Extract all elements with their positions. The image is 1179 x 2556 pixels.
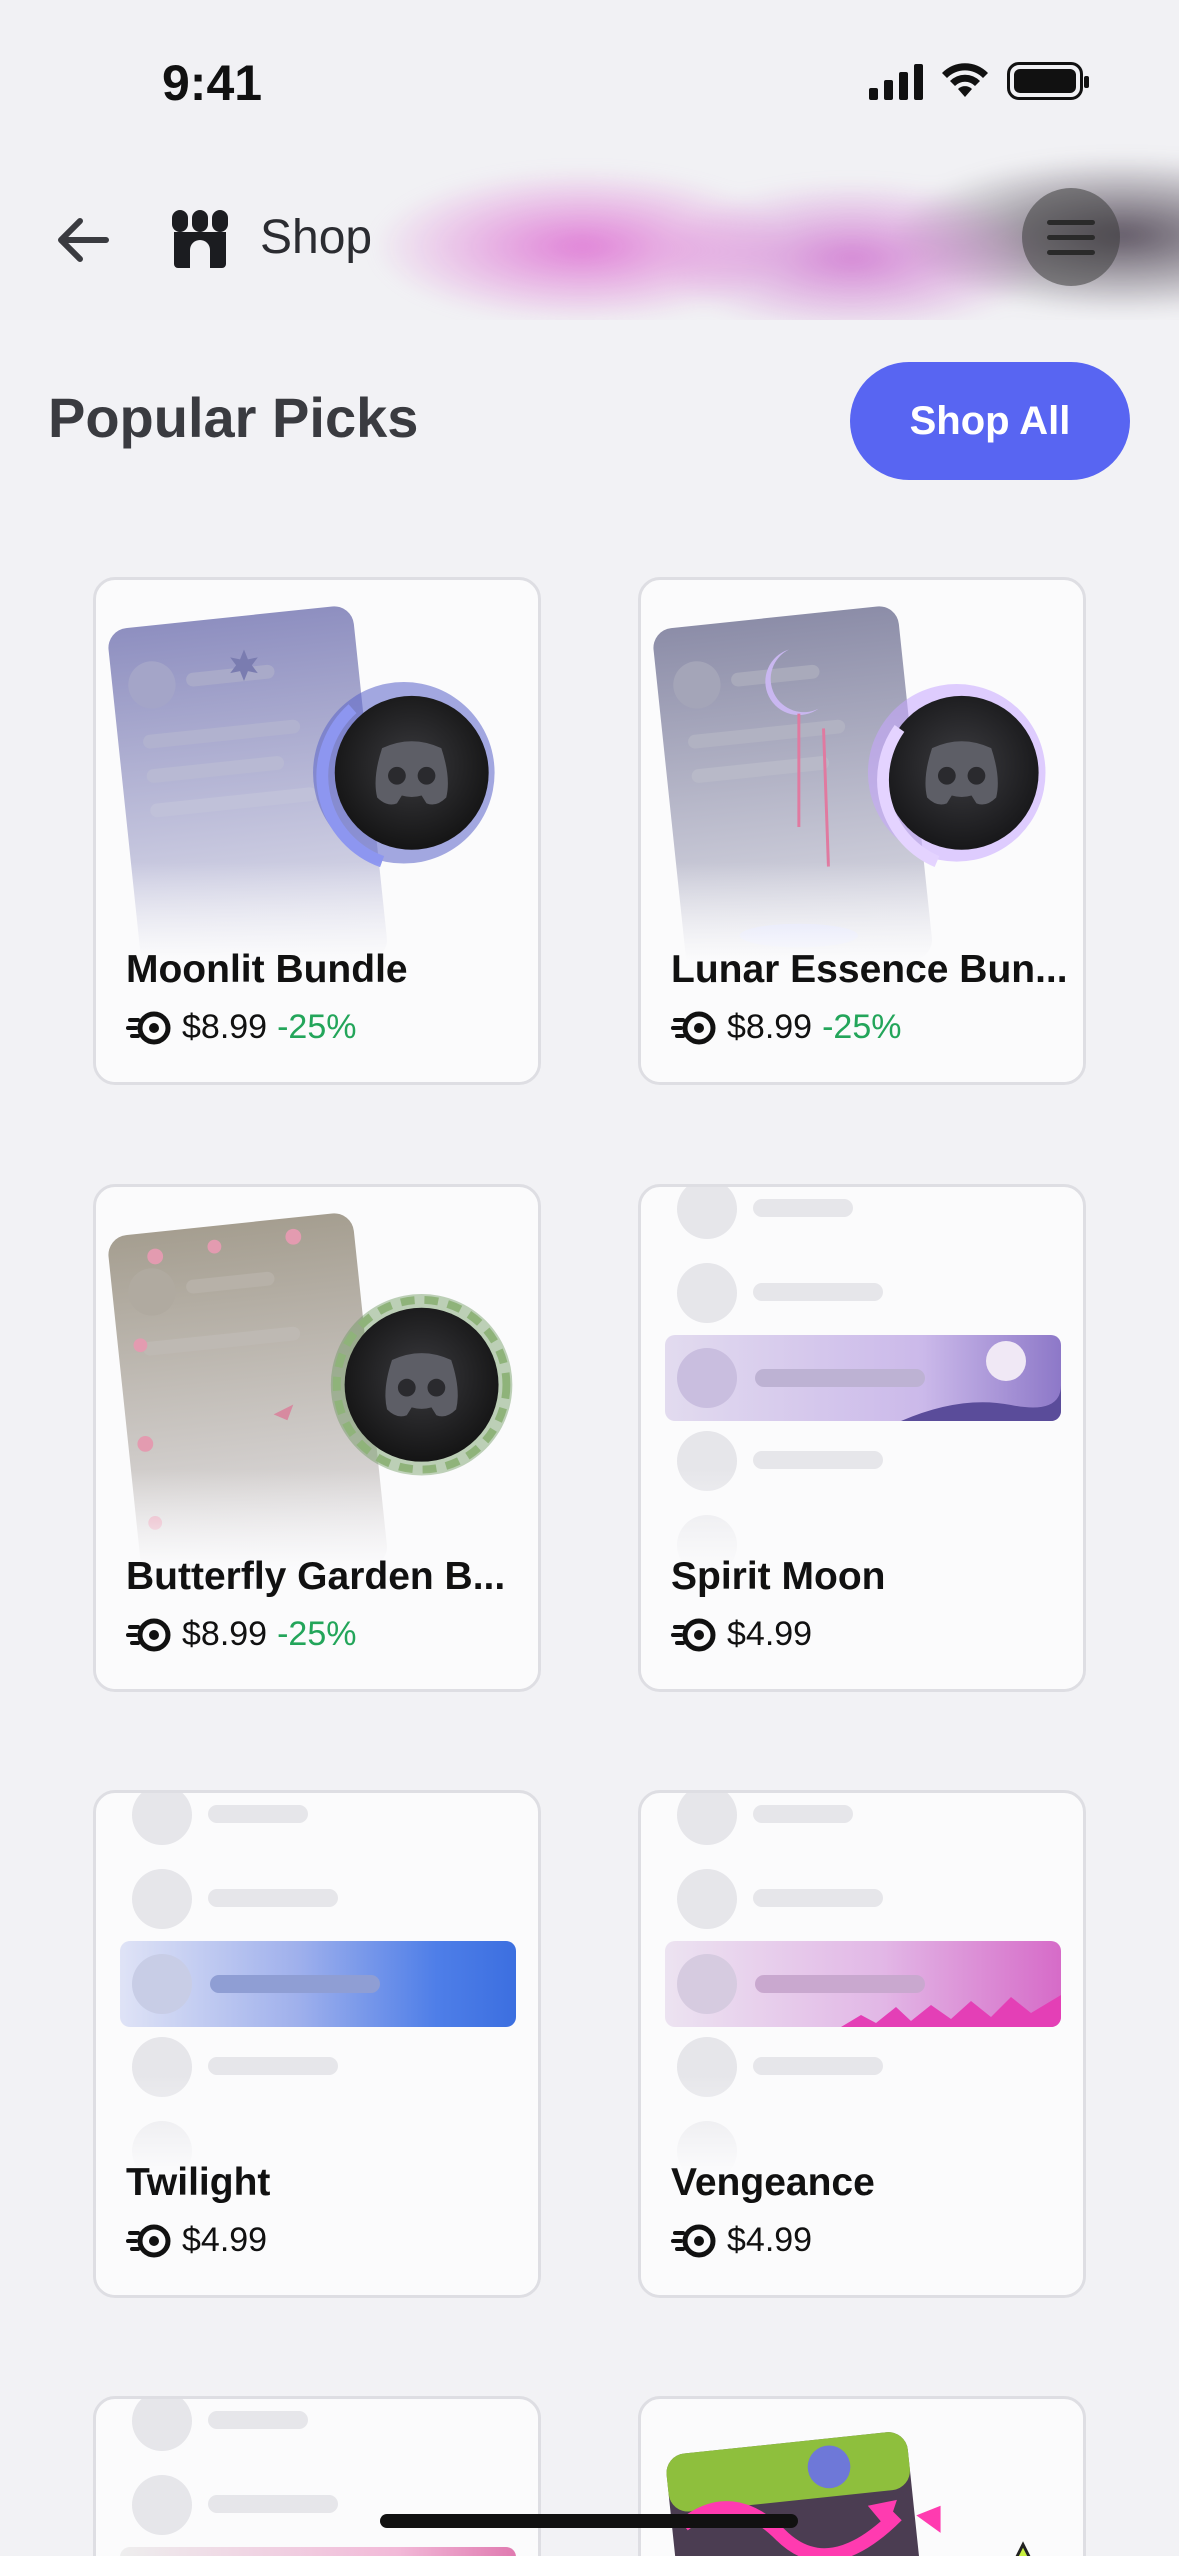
home-indicator <box>380 2514 798 2528</box>
product-card-spirit-moon[interactable]: Spirit Moon $4.99 <box>638 1184 1086 1692</box>
status-icons <box>869 62 1089 100</box>
product-name: Lunar Essence Bun... <box>671 948 1068 991</box>
cellular-signal-icon <box>869 62 923 100</box>
storefront-icon <box>172 210 228 268</box>
product-price: $8.99 <box>182 1008 268 1046</box>
product-price: $4.99 <box>182 2221 268 2259</box>
product-name: Twilight <box>126 2161 271 2204</box>
price-row: $8.99 -25% <box>671 1008 901 1047</box>
nameplate-preview <box>120 1941 516 2027</box>
product-name: Vengeance <box>671 2161 875 2204</box>
bundle-preview-art <box>666 2432 1031 2556</box>
product-name: Butterfly Garden B... <box>126 1555 506 1598</box>
price-row: $8.99 -25% <box>126 1615 356 1654</box>
nitro-icon <box>126 1618 171 1651</box>
product-price: $4.99 <box>727 1615 813 1653</box>
discount-badge: -25% <box>822 1008 902 1046</box>
nitro-icon <box>126 2224 171 2257</box>
price-row: $4.99 <box>126 2221 267 2260</box>
product-card-butterfly-garden[interactable]: Butterfly Garden B... $8.99 -25% <box>93 1184 541 1692</box>
nitro-icon <box>126 1011 171 1044</box>
product-price: $8.99 <box>727 1008 813 1046</box>
status-time: 9:41 <box>162 55 263 111</box>
product-price: $8.99 <box>182 1615 268 1653</box>
back-arrow-icon[interactable] <box>48 205 118 275</box>
product-card-vengeance[interactable]: Vengeance $4.99 <box>638 1790 1086 2298</box>
menu-button[interactable] <box>1022 188 1120 286</box>
nitro-icon <box>671 2224 716 2257</box>
discount-badge: -25% <box>277 1615 357 1653</box>
battery-icon <box>1007 62 1089 100</box>
product-card-twilight[interactable]: Twilight $4.99 <box>93 1790 541 2298</box>
product-card-moonlit-bundle[interactable]: Moonlit Bundle $8.99 -25% <box>93 577 541 1085</box>
discount-badge: -25% <box>277 1008 357 1046</box>
price-row: $4.99 <box>671 2221 812 2260</box>
product-card-partial-left[interactable] <box>93 2396 541 2556</box>
product-price: $4.99 <box>727 2221 813 2259</box>
nitro-icon <box>671 1011 716 1044</box>
shop-all-button[interactable]: Shop All <box>850 362 1130 480</box>
product-name: Spirit Moon <box>671 1555 886 1598</box>
app-header: 9:41 Shop <box>0 0 1179 320</box>
nameplate-preview <box>665 1335 1061 1421</box>
hamburger-menu-icon <box>1047 219 1095 225</box>
product-card-lunar-essence[interactable]: Lunar Essence Bun... $8.99 -25% <box>638 577 1086 1085</box>
nameplate-preview <box>665 1941 1061 2027</box>
page-title: Shop <box>260 211 373 264</box>
product-card-partial-right[interactable] <box>638 2396 1086 2556</box>
nitro-icon <box>671 1618 716 1651</box>
wifi-icon <box>942 63 988 97</box>
section-title: Popular Picks <box>48 386 419 449</box>
price-row: $8.99 -25% <box>126 1008 356 1047</box>
product-name: Moonlit Bundle <box>126 948 408 991</box>
price-row: $4.99 <box>671 1615 812 1654</box>
